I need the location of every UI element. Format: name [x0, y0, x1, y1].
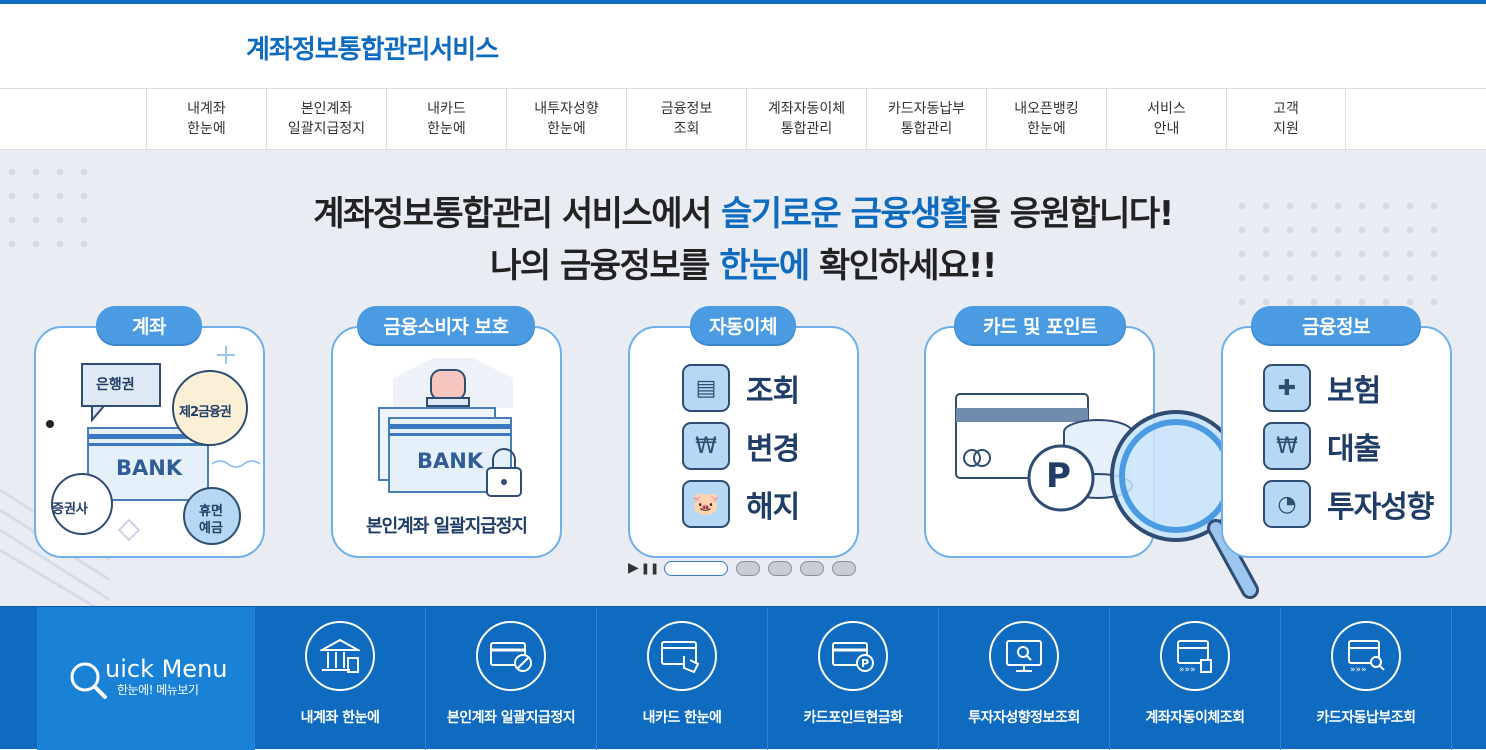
card-touch-icon [647, 621, 717, 691]
bank-label: BANK [116, 456, 183, 480]
pie-chart-icon: ◔ [1263, 480, 1311, 528]
nav-item-open-banking[interactable]: 내오픈뱅킹 한눈에 [986, 89, 1106, 149]
search-magnifier-icon [70, 662, 107, 699]
nav-item-my-cards[interactable]: 내카드 한눈에 [386, 89, 506, 149]
bubble-dormant-2: 예금 [199, 521, 223, 536]
quick-item-payment-stop[interactable]: 본인계좌 일괄지급정지 [425, 607, 596, 750]
pause-icon: ❚❚ [640, 561, 660, 575]
slide-indicator-4[interactable] [800, 560, 824, 576]
point-icon: P [1046, 456, 1071, 496]
nav-item-my-accounts[interactable]: 내계좌 한눈에 [146, 89, 266, 149]
pill-financial-info: 금융정보 [1251, 306, 1421, 344]
slider-controls: ▶ ❚❚ [628, 559, 856, 577]
info-item-insurance: ✚ 보험 [1263, 364, 1381, 412]
pill-consumer-protection: 금융소비자 보호 [357, 306, 535, 344]
pill-account: 계좌 [96, 306, 202, 344]
coin-exchange-icon: ₩ [682, 422, 730, 470]
pill-card-points: 카드 및 포인트 [954, 306, 1126, 344]
info-item-loan: ₩ 대출 [1263, 422, 1381, 470]
card-financial-info[interactable]: ✚ 보험 ₩ 대출 ◔ 투자성향 [1221, 326, 1452, 558]
quick-item-point-cash[interactable]: P 카드포인트현금화 [767, 607, 938, 750]
main-navigation: 내계좌 한눈에 본인계좌 일괄지급정지 내카드 한눈에 내투자성향 한눈에 금융정보 조회… [0, 89, 1486, 150]
bank-label: BANK [417, 449, 484, 473]
quick-item-my-accounts[interactable]: 내계좌 한눈에 [254, 607, 425, 750]
quick-menu-title: uick Menu 한눈에! 메뉴보기 [37, 607, 254, 750]
card-consumer-protection[interactable]: BANK 본인계좌 일괄지급정지 [331, 326, 562, 558]
slide-indicator-1[interactable] [664, 560, 728, 576]
headline-line1: 계좌정보통합관리 서비스에서 슬기로운 금융생활을 응원합니다! [313, 194, 1174, 234]
quick-menu-heading: uick Menu [105, 655, 228, 683]
bank-building-icon [305, 621, 375, 691]
quick-item-card-autopay[interactable]: »»» 카드자동납부조회 [1280, 607, 1451, 750]
autopay-item-change: ₩ 변경 [682, 422, 800, 470]
quick-item-investor-profile[interactable]: 투자자성향정보조회 [938, 607, 1109, 750]
autopay-item-cancel: 🐷 해지 [682, 480, 800, 528]
transfer-database-icon: »»» [1160, 621, 1230, 691]
hero-banner: 계좌정보통합관리 서비스에서 슬기로운 금융생활을 응원합니다! 나의 금융정보… [0, 150, 1486, 606]
caption-payment-stop: 본인계좌 일괄지급정지 [366, 516, 528, 537]
info-item-investment: ◔ 투자성향 [1263, 480, 1434, 528]
svg-text:»»»: »»» [1350, 665, 1367, 674]
bubble-secondary-finance: 제2금융권 [179, 405, 232, 420]
play-pause-button[interactable]: ▶ ❚❚ [628, 559, 660, 577]
piggy-bank-icon: 🐷 [682, 480, 730, 528]
document-search-icon: ▤ [682, 364, 730, 412]
card-block-icon [476, 621, 546, 691]
quick-menu: uick Menu 한눈에! 메뉴보기 내계좌 한눈에 본인계좌 일괄지급정지 … [0, 606, 1486, 750]
svg-text:»»»: »»» [1179, 665, 1196, 674]
headline-line2: 나의 금융정보를 한눈에 확인하세요!! [490, 246, 997, 286]
play-icon: ▶ [628, 560, 639, 576]
quick-menu-divider [1451, 607, 1452, 750]
hero-headline: 계좌정보통합관리 서비스에서 슬기로운 금융생활을 응원합니다! 나의 금융정보… [0, 188, 1486, 292]
nav-item-payment-stop[interactable]: 본인계좌 일괄지급정지 [266, 89, 386, 149]
nav-item-investment-profile[interactable]: 내투자성향 한눈에 [506, 89, 626, 149]
nav-item-card-autopay[interactable]: 카드자동납부 통합관리 [866, 89, 986, 149]
quick-item-auto-transfer[interactable]: »»» 계좌자동이체조회 [1109, 607, 1280, 750]
pill-auto-transfer: 자동이체 [690, 306, 796, 344]
card-point-icon: P [818, 621, 888, 691]
slide-indicator-2[interactable] [736, 560, 760, 576]
nav-item-customer-support[interactable]: 고객 지원 [1226, 89, 1346, 149]
card-search-icon: »»» [1331, 621, 1401, 691]
account-illustration [46, 346, 261, 545]
bubble-bank: 은행권 [96, 377, 135, 393]
card-auto-transfer[interactable]: ▤ 조회 ₩ 변경 🐷 해지 [628, 326, 859, 558]
site-header: 계좌정보통합관리서비스 [0, 4, 1486, 89]
autopay-item-inquiry: ▤ 조회 [682, 364, 800, 412]
shield-plus-icon: ✚ [1263, 364, 1311, 412]
monitor-search-icon [989, 621, 1059, 691]
nav-item-financial-info[interactable]: 금융정보 조회 [626, 89, 746, 149]
slide-indicator-5[interactable] [832, 560, 856, 576]
svg-text:P: P [861, 657, 869, 670]
bubble-securities: 증권사 [52, 502, 88, 517]
quick-menu-subtitle: 한눈에! 메뉴보기 [117, 683, 199, 697]
slide-indicator-3[interactable] [768, 560, 792, 576]
hand-coin-icon: ₩ [1263, 422, 1311, 470]
nav-item-service-guide[interactable]: 서비스 안내 [1106, 89, 1226, 149]
site-logo[interactable]: 계좌정보통합관리서비스 [246, 29, 499, 66]
card-account[interactable]: 은행권 제2금융권 BANK 증권사 휴면 예금 [34, 326, 265, 558]
quick-item-my-cards[interactable]: 내카드 한눈에 [596, 607, 767, 750]
nav-item-auto-transfer[interactable]: 계좌자동이체 통합관리 [746, 89, 866, 149]
